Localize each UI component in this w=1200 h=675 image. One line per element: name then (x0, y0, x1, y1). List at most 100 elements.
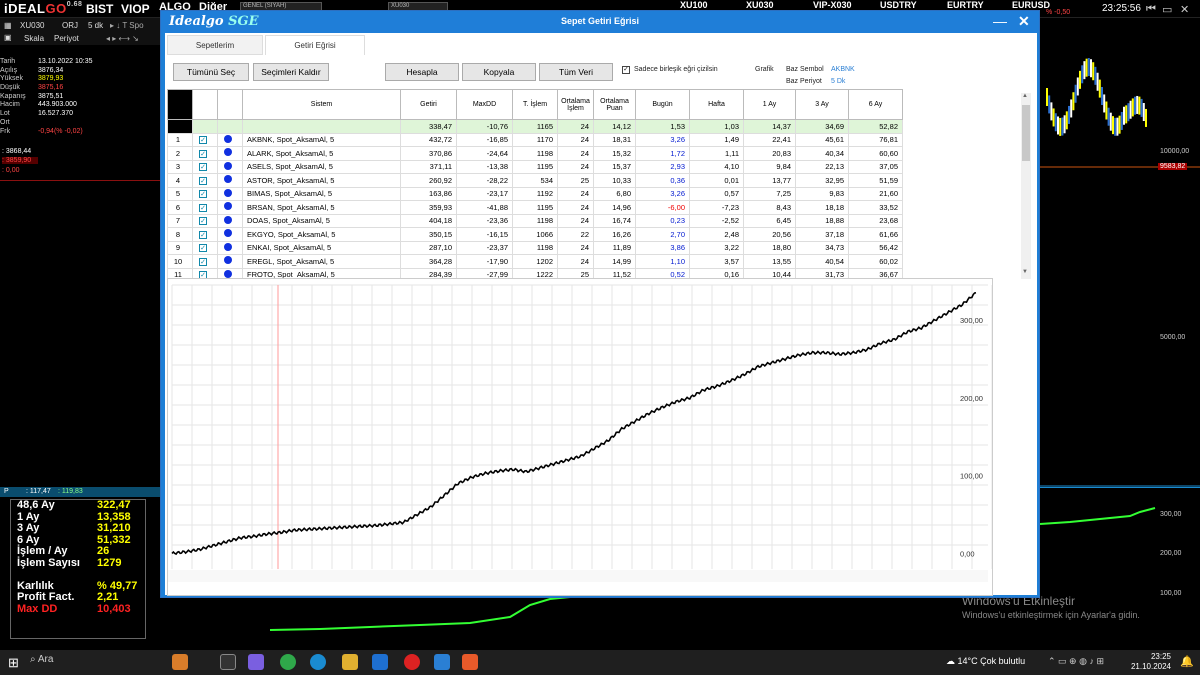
period-label[interactable]: 5 dk (88, 21, 103, 30)
copy-button[interactable]: Kopyala (462, 63, 536, 81)
column-header[interactable]: 3 Ay (795, 89, 849, 120)
table-row[interactable]: 11 ✓ FROTO, Spot_AksamAl, 5 284,39 -27,99 122… (167, 267, 903, 278)
column-header[interactable]: MaxDD (456, 89, 513, 120)
menu-bist[interactable]: BIST (86, 2, 113, 16)
column-header[interactable] (167, 89, 193, 120)
scale-button[interactable]: Skala (24, 34, 44, 43)
chrome-icon[interactable] (280, 654, 296, 670)
close-icon[interactable]: ✕ (1018, 13, 1030, 30)
row-checkbox-cell[interactable]: ✓ (192, 173, 218, 188)
row-checkbox[interactable]: ✓ (199, 217, 207, 226)
table-row[interactable]: 4 ✓ ASTOR, Spot_AksamAl, 5 260,92 -28,22 534 2… (167, 173, 903, 188)
table-row[interactable]: 8 ✓ EKGYO, Spot_AksamAl, 5 350,15 -16,15 1066… (167, 227, 903, 242)
zoom-arrows-icon[interactable]: ◂ ▸ ⟷ ↘ (106, 34, 139, 43)
row-checkbox[interactable]: ✓ (199, 176, 207, 185)
column-header[interactable]: Ortalama İşlem (557, 89, 594, 120)
row-checkbox-cell[interactable]: ✓ (192, 213, 218, 228)
table-row[interactable]: 10 ✓ EREGL, Spot_AksamAl, 5 364,28 -17,90 120… (167, 254, 903, 269)
ticker-usdtry[interactable]: USDTRY (880, 0, 917, 10)
minimize-icon[interactable]: — (993, 13, 1007, 29)
row-checkbox[interactable]: ✓ (199, 190, 207, 199)
taskbar-search[interactable]: ⌕ Ara (30, 654, 53, 665)
row-checkbox[interactable]: ✓ (199, 230, 207, 239)
menu-icon[interactable]: ▦ (4, 21, 12, 30)
row-checkbox[interactable]: ✓ (199, 257, 207, 266)
file-explorer-icon[interactable] (342, 654, 358, 670)
row-checkbox[interactable]: ✓ (199, 136, 207, 145)
row-checkbox-cell[interactable]: ✓ (192, 159, 218, 174)
taskbar-clock[interactable]: 23:25 21.10.2024 (1125, 652, 1171, 672)
clear-selection-button[interactable]: Seçimleri Kaldır (253, 63, 329, 81)
window-icon[interactable]: ▭ (1162, 3, 1172, 16)
mail-icon[interactable] (372, 654, 388, 670)
row-checkbox-cell[interactable]: ✓ (192, 186, 218, 201)
weather-widget[interactable]: ☁ 14°C Çok bulutlu (946, 656, 1025, 667)
ticker-xu030[interactable]: XU030 (746, 0, 774, 10)
table-row[interactable]: 3 ✓ ASELS, Spot_AksamAl, 5 371,11 -13,38 1195… (167, 159, 903, 174)
ticker-xu100[interactable]: XU100 (680, 0, 708, 10)
tab-sepetlerim[interactable]: Sepetlerim (167, 35, 263, 55)
opera-icon[interactable] (404, 654, 420, 670)
table-row[interactable]: 1 ✓ AKBNK, Spot_AksamAl, 5 432,72 -16,85 1170… (167, 132, 903, 147)
symbol-label[interactable]: XU030 (20, 21, 44, 30)
table-row[interactable]: 7 ✓ DOAS, Spot_AksamAl, 5 404,18 -23,36 1198 2… (167, 213, 903, 228)
all-data-button[interactable]: Tüm Veri (539, 63, 613, 81)
row-checkbox-cell[interactable]: ✓ (192, 200, 218, 215)
idealgo-taskbar-icon[interactable] (462, 654, 478, 670)
scale-icon[interactable]: ▣ (4, 33, 12, 42)
store-icon[interactable] (434, 654, 450, 670)
tab-getiri-egrisi[interactable]: Getiri Eğrisi (265, 35, 365, 55)
column-header[interactable]: Hafta (689, 89, 744, 120)
table-row[interactable]: 5 ✓ BIMAS, Spot_AksamAl, 5 163,86 -23,17 1192… (167, 186, 903, 201)
menu-viop[interactable]: VIOP (121, 2, 150, 16)
row-checkbox-cell[interactable]: ✓ (192, 254, 218, 269)
ticker-eurusd[interactable]: EURUSD (1012, 0, 1050, 10)
task-view-icon[interactable] (220, 654, 236, 670)
column-header[interactable]: Ortalama Puan (593, 89, 636, 120)
row-checkbox-cell[interactable]: ✓ (192, 267, 218, 278)
column-header[interactable]: Bugün (635, 89, 690, 120)
dialog-title-bar[interactable]: Sepet Getiri Eğrisi Idealgo SGE — ✕ (161, 11, 1039, 33)
table-row[interactable]: 6 ✓ BRSAN, Spot_AksamAl, 5 359,93 -41,88 1195… (167, 200, 903, 215)
row-checkbox-cell[interactable]: ✓ (192, 146, 218, 161)
row-checkbox[interactable]: ✓ (199, 271, 207, 278)
scroll-up-icon[interactable]: ▲ (1022, 93, 1028, 99)
nav-arrows-icon[interactable]: ▸ ↓ T Spo (110, 21, 144, 30)
row-checkbox[interactable]: ✓ (199, 163, 207, 172)
column-header[interactable] (192, 89, 218, 120)
column-header[interactable]: Getiri (400, 89, 457, 120)
row-checkbox[interactable]: ✓ (199, 149, 207, 158)
scroll-down-icon[interactable]: ▼ (1022, 269, 1028, 275)
column-header[interactable]: 6 Ay (848, 89, 903, 120)
table-row[interactable]: 9 ✓ ENKAI, Spot_AksamAl, 5 287,10 -23,37 1198… (167, 240, 903, 255)
start-icon[interactable]: ⊞ (8, 655, 19, 671)
widgets-icon[interactable] (172, 654, 188, 670)
row-checkbox-cell[interactable]: ✓ (192, 240, 218, 255)
select-all-button[interactable]: Tümünü Seç (173, 63, 249, 81)
orj-label[interactable]: ORJ (62, 21, 78, 30)
close-app-icon[interactable]: ✕ (1180, 3, 1189, 16)
prev-icon[interactable]: ⏮ (1146, 3, 1156, 16)
edge-icon[interactable] (310, 654, 326, 670)
table-row[interactable]: 2 ✓ ALARK, Spot_AksamAl, 5 370,86 -24,64 1198… (167, 146, 903, 161)
copilot-icon[interactable] (248, 654, 264, 670)
system-tray-icons[interactable]: ⌃ ▭ ⊕ ◍ ♪ ⊞ (1048, 656, 1104, 667)
row-checkbox-cell[interactable]: ✓ (192, 227, 218, 242)
row-checkbox[interactable]: ✓ (199, 244, 207, 253)
base-period-value[interactable]: 5 Dk (831, 78, 845, 85)
scroll-thumb[interactable] (1022, 105, 1030, 161)
calculate-button[interactable]: Hesapla (385, 63, 459, 81)
period-button[interactable]: Periyot (54, 34, 79, 43)
table-scrollbar[interactable]: ▲ ▼ (1021, 93, 1031, 279)
row-checkbox-cell[interactable]: ✓ (192, 132, 218, 147)
column-header[interactable]: Sistem (242, 89, 401, 120)
column-header[interactable] (217, 89, 243, 120)
combined-curve-checkbox[interactable]: ✓ (622, 66, 630, 74)
row-checkbox[interactable]: ✓ (199, 203, 207, 212)
ticker-eurtry[interactable]: EURTRY (947, 0, 984, 10)
column-header[interactable]: T. İşlem (512, 89, 558, 120)
ticker-vip-x030[interactable]: VIP-X030 (813, 0, 852, 10)
base-symbol-value[interactable]: AKBNK (831, 66, 855, 73)
notification-icon[interactable]: 🔔 (1180, 655, 1194, 668)
column-header[interactable]: 1 Ay (743, 89, 796, 120)
